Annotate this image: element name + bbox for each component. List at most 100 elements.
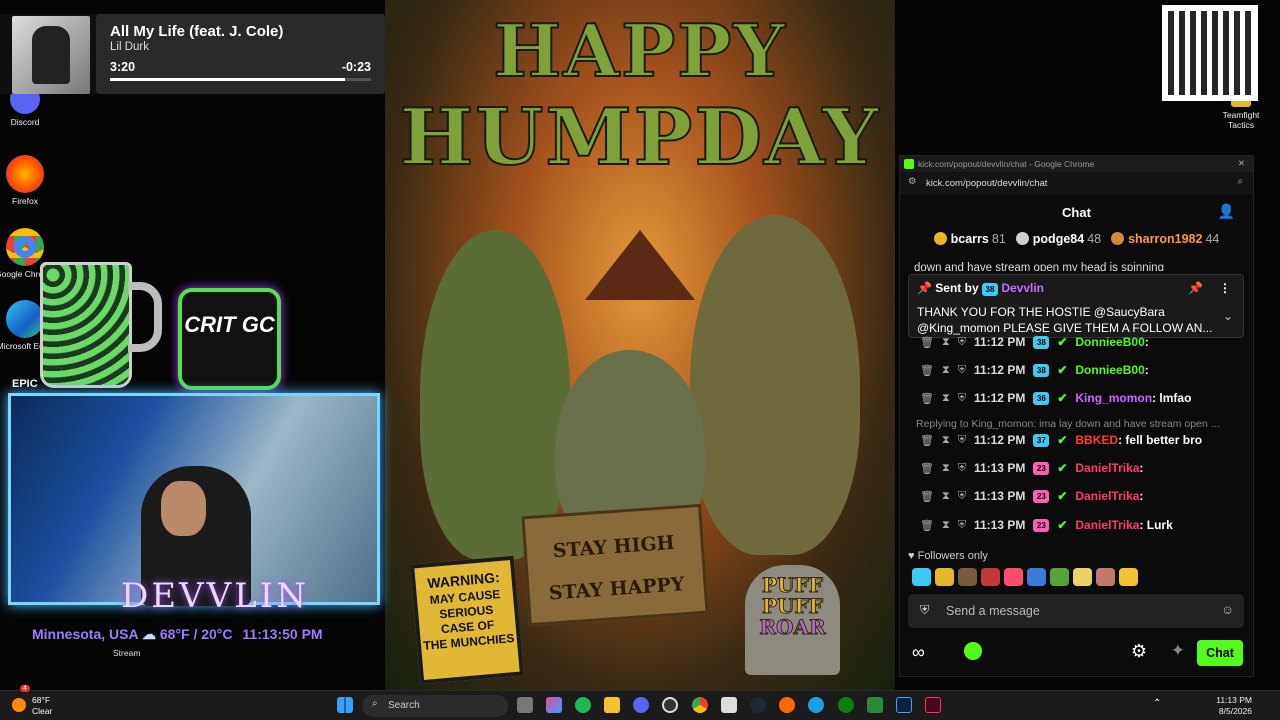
- edge-taskbar-icon[interactable]: [808, 697, 824, 713]
- timeout-icon[interactable]: ⧗: [942, 434, 950, 447]
- elapsed-time: 3:20: [110, 60, 136, 74]
- discord-taskbar-icon[interactable]: [633, 697, 649, 713]
- ban-shield-icon[interactable]: ⛨: [958, 519, 966, 532]
- app-icon[interactable]: [867, 697, 883, 713]
- message-username[interactable]: DanielTrika: [1075, 461, 1139, 475]
- delete-icon[interactable]: 🗑: [920, 490, 934, 503]
- ban-shield-icon[interactable]: ⛨: [958, 434, 966, 447]
- subscriber-badge: 23: [1033, 518, 1050, 532]
- chat-message-row[interactable]: 🗑 ⧗ ⛨ 11:12 PM 36 ✔ King_momon: lmfao: [900, 385, 1253, 411]
- message-username[interactable]: DonnieeB00: [1075, 335, 1144, 349]
- more-options-icon[interactable]: ⋮: [1219, 281, 1231, 295]
- timeout-icon[interactable]: ⧗: [942, 490, 950, 503]
- delete-icon[interactable]: 🗑: [920, 392, 934, 405]
- message-time: 11:12 PM: [973, 433, 1026, 447]
- emote-icon[interactable]: [981, 568, 1000, 586]
- steam-icon[interactable]: [750, 697, 766, 713]
- emote-icon[interactable]: [1096, 568, 1115, 586]
- webcam-frame: DEVVLIN: [8, 393, 380, 616]
- leaderboard-entry[interactable]: bcarrs 81: [933, 232, 1006, 246]
- message-username[interactable]: DonnieeB00: [1075, 363, 1144, 377]
- windows-start-icon[interactable]: [337, 697, 353, 713]
- desktop-icon-firefox[interactable]: Firefox: [0, 155, 55, 206]
- partial-message: down and have stream open my head is spi…: [914, 262, 1164, 271]
- kick-logo-icon[interactable]: [964, 642, 982, 660]
- ban-shield-icon[interactable]: ⛨: [958, 462, 966, 475]
- weather-widget[interactable]: 68°F Clear: [12, 695, 52, 717]
- subscriber-badge: 37: [1033, 433, 1050, 447]
- album-art: [12, 16, 90, 94]
- chat-message-row[interactable]: 🗑 ⧗ ⛨ 11:12 PM 37 ✔ BBKED: fell better bro: [900, 427, 1253, 453]
- overlay-name: DEVVLIN: [121, 576, 309, 616]
- chat-message-row[interactable]: 🗑 ⧗ ⛨ 11:12 PM 38 ✔ DonnieeB00:: [900, 357, 1253, 383]
- ban-shield-icon[interactable]: ⛨: [958, 392, 966, 405]
- ban-shield-icon[interactable]: ⛨: [958, 336, 966, 349]
- timeout-icon[interactable]: ⧗: [942, 392, 950, 405]
- ban-shield-icon[interactable]: ⛨: [958, 490, 966, 503]
- emote-icon[interactable]: [1027, 568, 1046, 586]
- delete-icon[interactable]: 🗑: [920, 462, 934, 475]
- message-username[interactable]: DanielTrika: [1075, 489, 1139, 503]
- emote-icon[interactable]: [1119, 568, 1138, 586]
- users-icon[interactable]: 👤: [1218, 203, 1235, 220]
- browser-titlebar[interactable]: kick.com/popout/devvlin/chat - Google Ch…: [900, 156, 1253, 172]
- address-bar[interactable]: ⚙ kick.com/popout/devvlin/chat ⌕: [900, 172, 1253, 194]
- obs-icon[interactable]: [662, 697, 678, 713]
- settings-gear-icon[interactable]: ⚙: [1131, 641, 1147, 662]
- timeout-icon[interactable]: ⧗: [942, 519, 950, 532]
- chrome-taskbar-icon[interactable]: [692, 697, 708, 713]
- task-view-icon[interactable]: [517, 697, 533, 713]
- send-chat-button[interactable]: Chat: [1197, 640, 1243, 666]
- ban-shield-icon[interactable]: ⛨: [958, 364, 966, 377]
- timeout-icon[interactable]: ⧗: [942, 336, 950, 349]
- delete-icon[interactable]: 🗑: [920, 519, 934, 532]
- chat-message-row[interactable]: 🗑 ⧗ ⛨ 11:13 PM 23 ✔ DanielTrika:: [900, 455, 1253, 481]
- message-username[interactable]: King_momon: [1075, 391, 1152, 405]
- leaderboard-entry[interactable]: sharron1982 44: [1111, 232, 1219, 246]
- song-progress-bar: [110, 78, 371, 81]
- leaderboard-entry[interactable]: podge84 48: [1015, 232, 1101, 246]
- timeout-icon[interactable]: ⧗: [942, 364, 950, 377]
- message-text: : fell better bro: [1118, 433, 1203, 447]
- indesign-icon[interactable]: [925, 697, 941, 713]
- file-explorer-icon[interactable]: [604, 697, 620, 713]
- xbox-icon[interactable]: [838, 697, 854, 713]
- firefox-taskbar-icon[interactable]: [779, 697, 795, 713]
- emoji-icon[interactable]: ☺: [1221, 603, 1234, 617]
- chat-message-row[interactable]: 🗑 ⧗ ⛨ 11:13 PM 23 ✔ DanielTrika:: [900, 483, 1253, 509]
- site-settings-icon[interactable]: ⚙: [908, 176, 917, 187]
- spotify-icon[interactable]: [575, 697, 591, 713]
- emote-icon[interactable]: [912, 568, 931, 586]
- infinity-icon[interactable]: ∞: [912, 642, 925, 663]
- close-icon[interactable]: ✕: [1238, 158, 1245, 169]
- copilot-icon[interactable]: [546, 697, 562, 713]
- taskbar-search[interactable]: ⌕ Search: [362, 695, 508, 717]
- chat-message-row[interactable]: 🗑 ⧗ ⛨ 11:13 PM 23 ✔ DanielTrika: Lurk: [900, 512, 1253, 538]
- chat-message-input[interactable]: ⛨ Send a message ☺: [908, 594, 1244, 628]
- emote-icon[interactable]: [1050, 568, 1069, 586]
- emote-icon[interactable]: [958, 568, 977, 586]
- emote-icon[interactable]: [1004, 568, 1023, 586]
- message-time: 11:12 PM: [973, 363, 1026, 377]
- message-username[interactable]: DanielTrika: [1075, 518, 1139, 532]
- delete-icon[interactable]: 🗑: [920, 336, 934, 349]
- photoshop-icon[interactable]: [896, 697, 912, 713]
- store-icon[interactable]: [721, 697, 737, 713]
- expand-chevron-icon[interactable]: ⌄: [1223, 309, 1233, 323]
- message-username[interactable]: BBKED: [1075, 433, 1118, 447]
- tray-chevron-icon[interactable]: ⌃: [1153, 698, 1161, 709]
- unpin-icon[interactable]: 📌: [1188, 281, 1203, 295]
- delete-icon[interactable]: 🗑: [920, 364, 934, 377]
- epic-icon-label[interactable]: EPIC: [12, 378, 38, 390]
- emote-icon[interactable]: [1073, 568, 1092, 586]
- taskbar-clock[interactable]: 11:13 PM 8/5/2026: [1216, 695, 1252, 718]
- zoom-icon[interactable]: ⌕: [1238, 176, 1243, 187]
- streamer-face: [161, 481, 206, 536]
- puzzle-icon[interactable]: ✦: [1171, 641, 1185, 661]
- emote-icon[interactable]: [935, 568, 954, 586]
- timeout-icon[interactable]: ⧗: [942, 462, 950, 475]
- delete-icon[interactable]: 🗑: [920, 434, 934, 447]
- windows-taskbar: 68°F Clear ⌕ Search ⌃ 11:13 PM 8/5/2026 …: [0, 685, 1280, 720]
- chat-message-row[interactable]: 🗑 ⧗ ⛨ 11:12 PM 38 ✔ DonnieeB00:: [900, 329, 1253, 355]
- notification-badge[interactable]: 4: [20, 685, 30, 692]
